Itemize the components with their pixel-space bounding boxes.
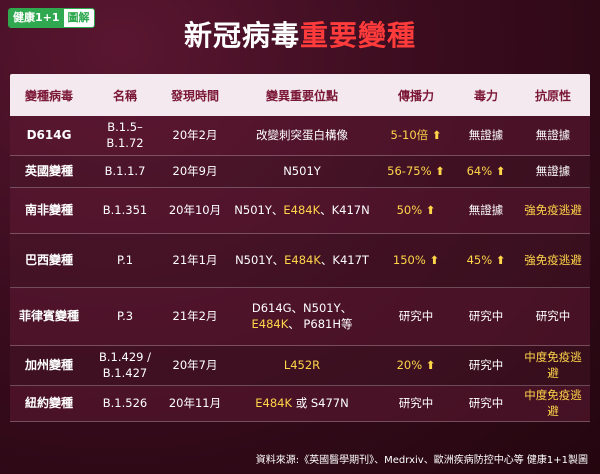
table-row: 紐約變種 B.1.526 20年11月 E484K 或 S477N 研究中 研究中 中度免疫… (10, 386, 590, 422)
cell-time: 20年9月 (172, 163, 218, 178)
cell-spread: 150% ⬆ (392, 252, 440, 267)
cell-virulence: 64% ⬆ (466, 163, 506, 178)
header-antigenicity: 抗原性 (534, 88, 571, 103)
arrow-up-icon: ⬆ (495, 163, 506, 178)
cell-antigenicity: 強免疫逃避 (524, 252, 582, 267)
cell-virulence: 無證據 (468, 202, 504, 217)
table-row: D614G B.1.5– B.1.72 20年2月 改變刺突蛋白構像 5-10倍 ⬆ 無證據… (10, 116, 590, 156)
cell-name: B.1.1.7 (104, 163, 146, 178)
table-row: 英國變種 B.1.1.7 20年9月 N501Y 56-75% ⬆ 64% ⬆ 無證據 (10, 156, 590, 188)
table-row: 菲律賓變種 P.3 21年2月 D614G、N501Y、E484K、 P681H等 研究… (10, 288, 590, 346)
cell-time: 21年1月 (172, 252, 218, 267)
cell-antigenicity: 中度免疫逃避 (524, 349, 582, 380)
cell-name: P.3 (116, 308, 134, 323)
cell-mutation: N501Y、E484K、K417T (235, 252, 369, 267)
cell-virulence: 研究中 (468, 357, 504, 372)
arrow-up-icon: ⬆ (429, 252, 440, 267)
table-row: 加州變種 B.1.429 /B.1.427 20年7月 L452R 20% ⬆ 研究中 中度… (10, 346, 590, 386)
cell-name: B.1.351 (102, 202, 148, 217)
mutation-highlight: E484K (283, 202, 321, 217)
cell-mutation: N501Y (283, 163, 321, 178)
cell-virus: 紐約變種 (24, 396, 73, 411)
mutation-highlight: E484K (255, 395, 293, 410)
variants-table: 變種病毒 名稱 發現時間 變異重要位點 傳播力 毒力 抗原性 D614G B.1.… (10, 74, 590, 422)
cell-virulence: 無證據 (468, 127, 504, 142)
arrow-up-icon: ⬆ (425, 202, 436, 217)
header-time: 發現時間 (170, 88, 219, 103)
cell-name: B.1.5– B.1.72 (106, 119, 144, 150)
table-row: 南非變種 B.1.351 20年10月 N501Y、E484K、K417N 50% ⬆ 無… (10, 188, 590, 234)
cell-spread: 5-10倍 ⬆ (390, 127, 442, 142)
cell-mutation: 改變刺突蛋白構像 (256, 127, 348, 142)
arrow-up-icon: ⬆ (495, 252, 506, 267)
cell-virus: 加州變種 (24, 358, 73, 373)
mutation-highlight: E484K (284, 252, 321, 267)
arrow-up-icon: ⬆ (425, 357, 436, 372)
header-virus: 變種病毒 (24, 88, 73, 103)
cell-antigenicity: 中度免疫逃避 (524, 387, 582, 418)
arrow-up-icon: ⬆ (435, 163, 445, 178)
header-virulence: 毒力 (473, 88, 498, 103)
cell-time: 20年7月 (172, 357, 218, 372)
cell-mutation: D614G、N501Y、E484K、 P681H等 (251, 300, 353, 331)
title-main: 新冠病毒 (183, 19, 300, 52)
header-mutation: 變異重要位點 (265, 88, 338, 103)
cell-virulence: 研究中 (468, 308, 504, 323)
cell-spread: 研究中 (398, 308, 434, 323)
cell-mutation: N501Y、E484K、K417N (234, 202, 370, 217)
cell-virus: 南非變種 (24, 203, 73, 218)
cell-time: 21年2月 (172, 308, 218, 323)
cell-virus: 菲律賓變種 (18, 309, 79, 324)
cell-spread: 20% ⬆ (396, 357, 436, 372)
cell-virus: D614G (26, 128, 72, 143)
cell-mutation: E484K 或 S477N (255, 395, 349, 410)
header-spread: 傳播力 (397, 88, 434, 103)
cell-name: B.1.429 /B.1.427 (99, 349, 151, 380)
cell-virus: 英國變種 (24, 164, 73, 179)
cell-name: B.1.526 (102, 395, 148, 410)
source-note: 資料來源:《英國醫學期刊》、Medrxiv、歐洲疾病防控中心等 健康1+1製圖 (255, 455, 588, 466)
cell-antigenicity: 無證據 (535, 127, 571, 142)
cell-virulence: 45% ⬆ (466, 252, 506, 267)
cell-virulence: 研究中 (468, 395, 504, 410)
mutation-highlight: E484K (251, 316, 289, 331)
cell-time: 20年2月 (172, 127, 218, 142)
cell-antigenicity: 強免疫逃避 (524, 202, 582, 217)
cell-virus: 巴西變種 (24, 253, 73, 268)
arrow-up-icon: ⬆ (431, 127, 442, 142)
cell-spread: 50% ⬆ (396, 202, 436, 217)
cell-time: 20年11月 (168, 395, 222, 410)
cell-name: P.1 (116, 252, 134, 267)
cell-antigenicity: 研究中 (535, 308, 571, 323)
cell-spread: 56-75% ⬆ (387, 163, 445, 178)
cell-mutation: L452R (283, 357, 321, 372)
page-title: 新冠病毒重要變種 (0, 14, 600, 54)
cell-time: 20年10月 (168, 202, 222, 217)
table-header: 變種病毒 名稱 發現時間 變異重要位點 傳播力 毒力 抗原性 (10, 74, 590, 116)
table-row: 巴西變種 P.1 21年1月 N501Y、E484K、K417T 150% ⬆ 45% ⬆… (10, 234, 590, 288)
cell-spread: 研究中 (398, 395, 434, 410)
header-name: 名稱 (112, 88, 137, 103)
cell-antigenicity: 無證據 (535, 163, 571, 178)
title-highlight: 重要變種 (300, 19, 417, 52)
